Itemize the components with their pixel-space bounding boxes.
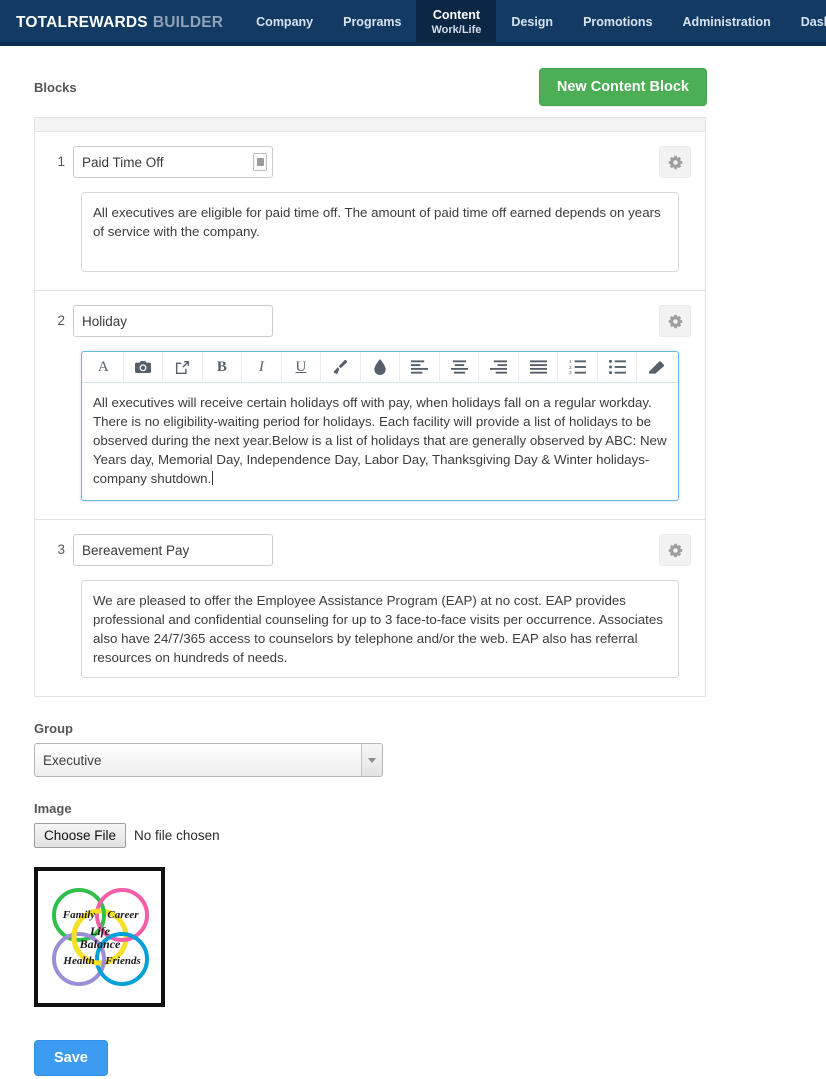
table-row: 1 All executives are eligible for paid t… [35, 132, 705, 291]
brand-name-light: BUILDER [152, 14, 224, 31]
nav-item-content[interactable]: Content Work/Life [416, 0, 497, 46]
nav-item-design[interactable]: Design [496, 0, 568, 46]
block-title-wrap [73, 534, 273, 566]
top-navbar: TOTALREWARDS BUILDER Company Programs Co… [0, 0, 826, 46]
file-name-status: No file chosen [134, 828, 220, 843]
block-title-input[interactable] [73, 305, 273, 337]
page-content: Blocks New Content Block 1 Paid Time Off… [0, 46, 826, 1076]
nav-label: Dashboard [800, 15, 826, 30]
table-row: 2 A [35, 291, 705, 520]
blocks-panel: 1 All executives are eligible for paid t… [34, 117, 706, 697]
svg-text:Balance: Balance [78, 937, 120, 951]
nav-label: Design [511, 15, 554, 30]
nav-label: Company [256, 15, 314, 30]
font-icon[interactable]: A [84, 352, 123, 383]
underline-icon[interactable]: U [280, 351, 321, 383]
svg-text:Friends: Friends [104, 955, 140, 967]
block-title-wrap [73, 305, 273, 337]
blocks-label: Blocks [34, 80, 77, 95]
nav-item-dashboard[interactable]: Dashboard [786, 0, 826, 46]
italic-icon[interactable]: I [241, 351, 281, 383]
block-title-input[interactable] [73, 146, 273, 178]
resize-grip-icon[interactable] [253, 153, 267, 171]
table-row: 3 We are pleased to offer the Employee A… [35, 520, 705, 697]
block-settings-gear-button[interactable] [659, 305, 691, 337]
align-left-icon[interactable] [399, 351, 439, 383]
block-body-text[interactable]: We are pleased to offer the Employee Ass… [81, 580, 679, 678]
paintbrush-icon[interactable] [320, 351, 360, 383]
align-justify-icon[interactable] [517, 351, 558, 383]
nav-label: Programs [343, 15, 402, 30]
text-cursor [212, 471, 214, 485]
editor-content-area[interactable]: All executives will receive certain holi… [82, 383, 678, 500]
choose-file-button[interactable]: Choose File [34, 823, 127, 848]
gear-icon [668, 155, 683, 170]
camera-icon[interactable] [122, 351, 163, 383]
block-settings-gear-button[interactable] [659, 534, 691, 566]
nav-item-promotions[interactable]: Promotions [568, 0, 667, 46]
block-header-row: 3 [47, 534, 693, 566]
svg-text:Family: Family [61, 909, 95, 921]
gear-icon [668, 543, 683, 558]
svg-text:Career: Career [107, 909, 139, 921]
svg-text:1: 1 [569, 360, 572, 365]
nav-label: Promotions [583, 15, 653, 30]
block-header-row: 1 [47, 146, 693, 178]
blocks-header: Blocks New Content Block [0, 46, 826, 106]
gear-icon [668, 314, 683, 329]
nav-label: Content [432, 7, 481, 22]
block-body-text[interactable]: All executives are eligible for paid tim… [81, 192, 679, 272]
group-select-value: Executive [43, 752, 102, 768]
svg-text:3: 3 [569, 370, 572, 374]
panel-header-stripe [35, 118, 705, 132]
align-right-icon[interactable] [478, 351, 518, 383]
file-upload-row: Choose File No file chosen [34, 823, 826, 848]
nav-label: Administration [682, 15, 771, 30]
life-balance-diagram-icon: Family Career Health Friends Life Balanc… [51, 888, 149, 986]
new-content-block-button[interactable]: New Content Block [538, 68, 707, 106]
ordered-list-icon[interactable]: 1 2 3 [557, 351, 597, 383]
block-number: 2 [57, 313, 65, 328]
svg-text:Life: Life [89, 924, 111, 938]
block-title-wrap [73, 146, 273, 178]
block-number: 1 [57, 154, 65, 169]
nav-item-administration[interactable]: Administration [668, 0, 786, 46]
editor-toolbar: A B I U 1 2 3 [82, 351, 678, 383]
eraser-icon[interactable] [636, 351, 676, 383]
brand-logo[interactable]: TOTALREWARDS BUILDER [0, 0, 241, 46]
group-select[interactable]: Executive [34, 743, 383, 777]
block-settings-gear-button[interactable] [659, 146, 691, 178]
bold-icon[interactable]: B [201, 351, 242, 383]
chevron-down-icon [361, 744, 382, 776]
image-label: Image [34, 801, 72, 816]
block-number: 3 [57, 542, 65, 557]
block-header-row: 2 [47, 305, 693, 337]
nav-item-programs[interactable]: Programs [328, 0, 416, 46]
svg-text:2: 2 [569, 365, 572, 371]
nav-item-company[interactable]: Company [241, 0, 328, 46]
external-link-icon[interactable] [162, 351, 202, 383]
brand-name-strong: TOTALREWARDS [16, 14, 148, 31]
nav-sublabel: Work/Life [431, 24, 482, 37]
group-label: Group [34, 721, 73, 736]
block-title-input[interactable] [73, 534, 273, 566]
rich-text-editor: A B I U 1 2 3 All executives will receiv… [81, 351, 679, 501]
svg-text:Health: Health [62, 955, 94, 967]
editor-text: All executives will receive certain holi… [93, 395, 667, 486]
unordered-list-icon[interactable] [596, 351, 637, 383]
align-center-icon[interactable] [438, 351, 479, 383]
save-button[interactable]: Save [34, 1040, 108, 1076]
color-drop-icon[interactable] [359, 351, 400, 383]
image-thumbnail[interactable]: Family Career Health Friends Life Balanc… [34, 867, 165, 1007]
